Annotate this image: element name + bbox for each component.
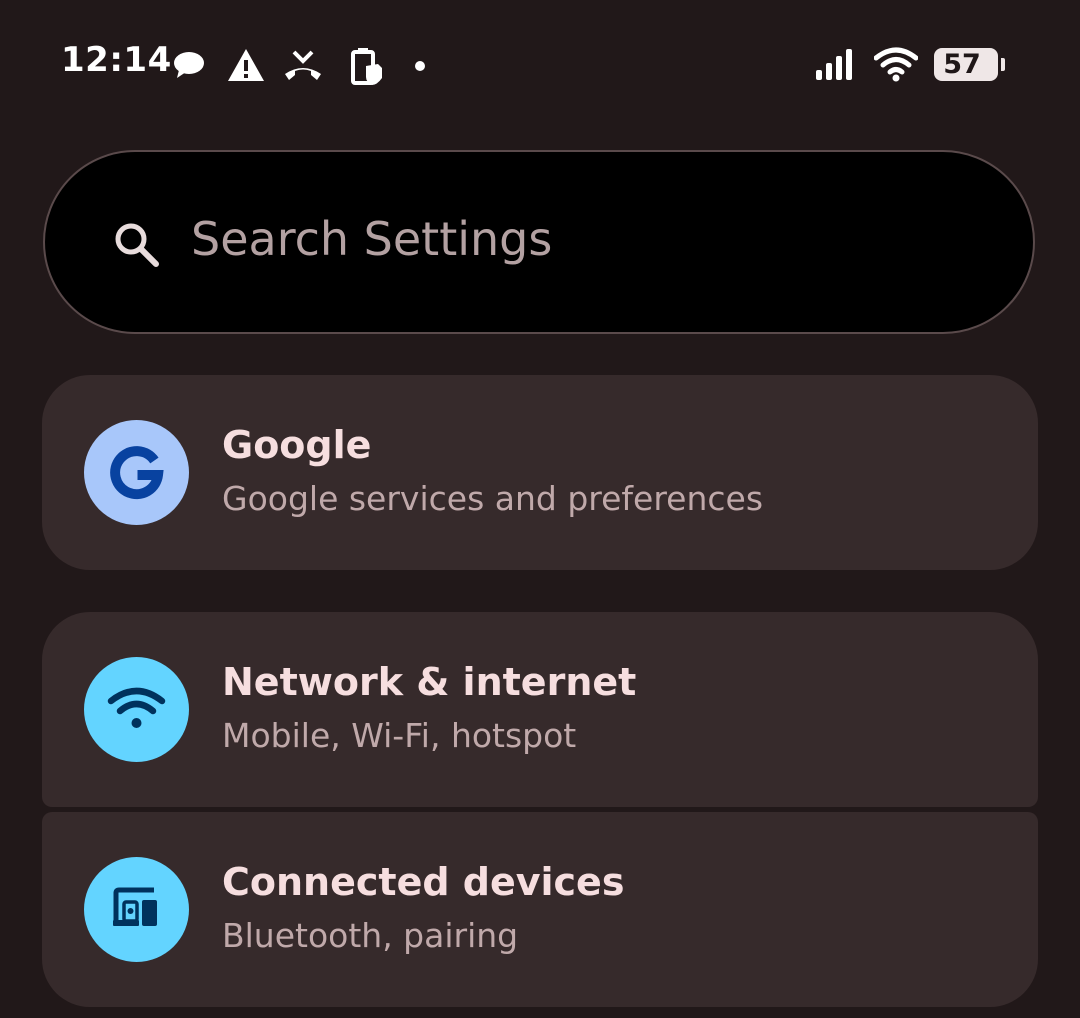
settings-item-subtitle: Bluetooth, pairing bbox=[222, 916, 519, 955]
settings-item-title: Network & internet bbox=[222, 660, 637, 704]
search-icon bbox=[115, 223, 159, 267]
search-input[interactable]: Search Settings bbox=[191, 212, 552, 266]
wifi-icon bbox=[84, 657, 189, 762]
google-icon bbox=[84, 420, 189, 525]
missed-call-icon bbox=[281, 44, 325, 88]
status-time: 12:14 bbox=[61, 40, 172, 80]
status-bar: 12:14 57 bbox=[0, 0, 1080, 130]
settings-item-subtitle: Google services and preferences bbox=[222, 479, 764, 518]
wifi-icon bbox=[874, 44, 918, 88]
warning-icon bbox=[224, 44, 268, 88]
settings-item-title: Google bbox=[222, 423, 372, 467]
battery-icon: 57 bbox=[934, 48, 1005, 81]
settings-item-subtitle: Mobile, Wi-Fi, hotspot bbox=[222, 716, 577, 755]
connected-devices-icon bbox=[84, 857, 189, 962]
settings-item-connected-devices[interactable]: Connected devices Bluetooth, pairing bbox=[42, 812, 1038, 1007]
settings-item-network-internet[interactable]: Network & internet Mobile, Wi-Fi, hotspo… bbox=[42, 612, 1038, 807]
battery-saver-icon bbox=[344, 44, 388, 88]
settings-item-google[interactable]: Google Google services and preferences bbox=[42, 375, 1038, 570]
settings-screen: 12:14 57 Search Settings Google Google s… bbox=[0, 0, 1080, 1018]
chat-bubble-icon bbox=[168, 44, 212, 88]
cellular-signal-icon bbox=[813, 44, 857, 88]
search-settings-bar[interactable]: Search Settings bbox=[43, 150, 1035, 334]
settings-item-title: Connected devices bbox=[222, 860, 625, 904]
battery-level: 57 bbox=[943, 49, 981, 80]
notification-dot-icon bbox=[398, 44, 442, 88]
